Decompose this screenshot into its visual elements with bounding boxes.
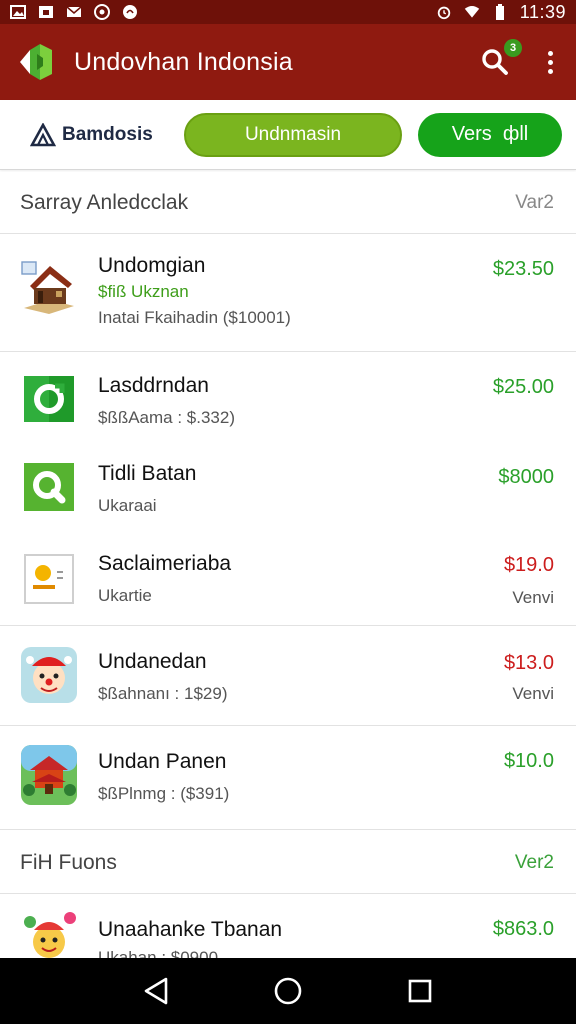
item-subtitle: Ukahan : $0900 bbox=[98, 948, 219, 958]
app-bar: Undovhan Indonsia 3 bbox=[0, 24, 576, 100]
list-item[interactable]: Saclaimeriaba Ukartie $19.0 Venvi bbox=[0, 534, 576, 626]
more-dot-icon bbox=[547, 50, 553, 56]
temple-icon bbox=[20, 745, 78, 805]
section-link[interactable]: Ver2 bbox=[515, 852, 554, 874]
item-price: $8000 bbox=[498, 466, 554, 488]
steam-icon bbox=[94, 4, 110, 20]
back-triangle-icon bbox=[144, 977, 168, 1005]
nav-home-button[interactable] bbox=[268, 971, 308, 1011]
status-bar: 11:39 bbox=[0, 0, 576, 24]
nav-back-button[interactable] bbox=[136, 971, 176, 1011]
section-title: FiH Fuons bbox=[20, 850, 117, 874]
item-price: $13.0 bbox=[503, 652, 554, 674]
image-icon bbox=[10, 5, 26, 19]
item-subtitle: $ßßAama : $.332) bbox=[98, 408, 236, 427]
alarm-icon bbox=[436, 5, 452, 20]
section-link[interactable]: Var2 bbox=[515, 192, 554, 214]
item-title: Undanedan bbox=[98, 650, 207, 673]
filter-pill-undnmasin[interactable]: Undnmasin bbox=[184, 112, 402, 157]
item-title: Undan Panen bbox=[98, 750, 227, 773]
home-circle-icon bbox=[274, 977, 302, 1005]
more-options-button[interactable] bbox=[540, 45, 560, 79]
list-item[interactable]: Tidli Batan Ukaraai $8000 bbox=[0, 444, 576, 534]
document-icon bbox=[20, 550, 78, 608]
status-time: 11:39 bbox=[519, 1, 566, 22]
recents-square-icon bbox=[408, 979, 432, 1003]
list-item[interactable]: Undan Panen $ßPlnmg : ($391) $10.0 bbox=[0, 726, 576, 830]
status-icons-right: 11:39 bbox=[436, 2, 566, 23]
house-icon bbox=[20, 258, 78, 316]
filter-toolbar: Bamdosis Undnmasin Vers фll bbox=[0, 100, 576, 170]
item-title: Lasddrndan bbox=[98, 374, 209, 397]
brand-link[interactable]: Bamdosis bbox=[30, 122, 153, 147]
item-price: $23.50 bbox=[492, 258, 554, 280]
item-note: Venvi bbox=[512, 588, 554, 607]
section-title: Sarray Anledcclak bbox=[20, 190, 189, 214]
item-title: Undomgian bbox=[98, 254, 206, 277]
more-dot-icon bbox=[547, 68, 553, 74]
status-icons-left bbox=[10, 4, 138, 20]
brand-logo-icon bbox=[30, 122, 56, 146]
search-app-icon bbox=[20, 458, 78, 516]
section-header: Sarray Anledcclak Var2 bbox=[0, 172, 576, 234]
item-price: $19.0 bbox=[503, 554, 554, 576]
search-button[interactable]: 3 bbox=[478, 39, 522, 79]
nav-recents-button[interactable] bbox=[400, 971, 440, 1011]
back-button[interactable] bbox=[16, 40, 60, 84]
list-item[interactable]: Lasddrndan $ßßAama : $.332) $25.00 bbox=[0, 352, 576, 444]
character-icon bbox=[20, 908, 78, 958]
section-header: FiH Fuons Ver2 bbox=[0, 832, 576, 894]
filter-pill-vers[interactable]: Vers фll bbox=[418, 112, 562, 157]
system-nav-bar bbox=[0, 958, 576, 1024]
item-title: Saclaimeriaba bbox=[98, 552, 232, 575]
item-subtitle: Ukartie bbox=[98, 586, 152, 605]
item-price: $10.0 bbox=[503, 750, 554, 772]
snapchat-icon bbox=[122, 5, 138, 19]
clown-icon bbox=[20, 646, 78, 704]
item-note: Venvi bbox=[512, 684, 554, 703]
list-item[interactable]: Unaahanke Tbanan Ukahan : $0900 $863.0 bbox=[0, 894, 576, 958]
list-item[interactable]: Undanedan $ßahnanı : 1$29) $13.0 Venvi bbox=[0, 626, 576, 726]
battery-icon bbox=[492, 4, 508, 20]
item-subtitle: Ukaraai bbox=[98, 496, 157, 515]
item-subtitle: $fiß Ukznan bbox=[98, 282, 189, 301]
more-dot-icon bbox=[547, 59, 553, 65]
email-icon bbox=[66, 5, 82, 19]
ring-icon bbox=[20, 370, 78, 428]
calendar-icon bbox=[38, 5, 54, 19]
item-detail: Inatai Fkaihadin ($10001) bbox=[98, 308, 291, 327]
item-title: Tidli Batan bbox=[98, 462, 197, 485]
app-title: Undovhan Indonsia bbox=[74, 47, 293, 76]
wifi-icon bbox=[464, 5, 480, 19]
notification-badge: 3 bbox=[504, 39, 522, 57]
item-subtitle: $ßahnanı : 1$29) bbox=[98, 684, 228, 703]
item-subtitle: $ßPlnmg : ($391) bbox=[98, 784, 230, 803]
list-item[interactable]: Undomgian $fiß Ukznan Inatai Fkaihadin (… bbox=[0, 234, 576, 352]
item-price: $25.00 bbox=[492, 376, 554, 398]
item-title: Unaahanke Tbanan bbox=[98, 918, 283, 941]
app-logo-icon bbox=[20, 44, 52, 80]
brand-label: Bamdosis bbox=[62, 123, 153, 145]
item-price: $863.0 bbox=[492, 918, 554, 940]
